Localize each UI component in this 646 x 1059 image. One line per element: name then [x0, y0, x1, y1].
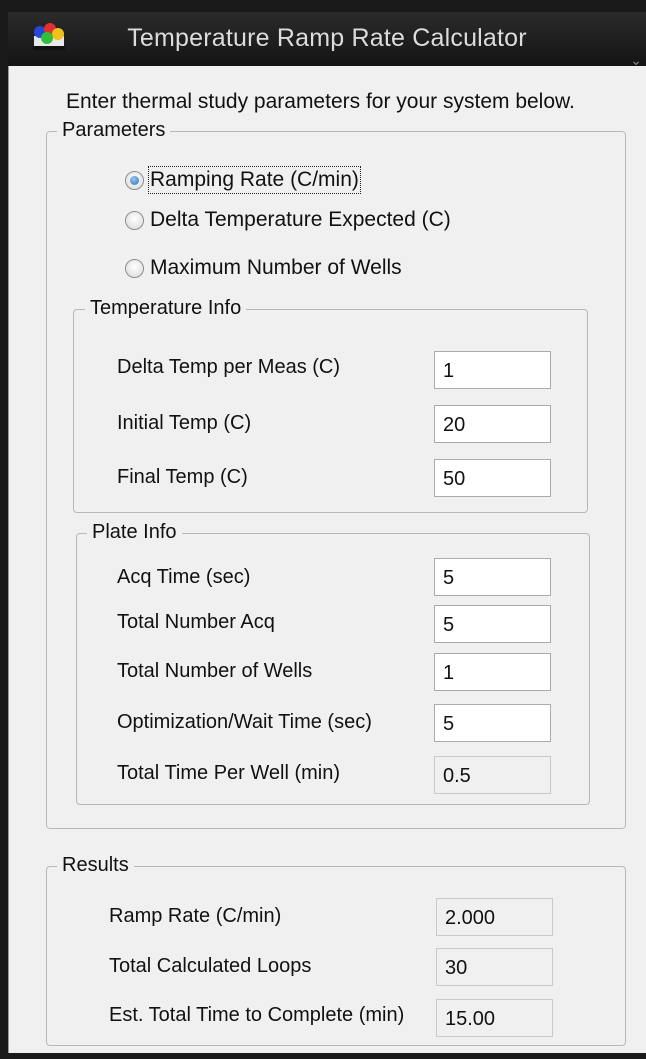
ramp-rate-output: 2.000 [436, 898, 553, 936]
initial-temp-label: Initial Temp (C) [117, 412, 252, 434]
temperature-info-legend: Temperature Info [85, 297, 247, 320]
delta-temp-input[interactable]: 1 [434, 351, 551, 389]
total-number-acq-label: Total Number Acq [117, 611, 275, 633]
results-legend: Results [57, 854, 134, 877]
wait-time-input[interactable]: 5 [434, 704, 551, 742]
radio-label: Ramping Rate (C/min) [148, 166, 361, 194]
title-bar[interactable]: Temperature Ramp Rate Calculator ⌄ [8, 12, 646, 68]
radio-icon [125, 210, 144, 230]
time-per-well-output: 0.5 [434, 756, 551, 794]
parameters-legend: Parameters [57, 119, 171, 142]
ramp-rate-label: Ramp Rate (C/min) [109, 905, 282, 927]
radio-selected-icon [125, 170, 144, 190]
total-number-acq-input[interactable]: 5 [434, 605, 551, 643]
delta-temp-label: Delta Temp per Meas (C) [117, 356, 341, 378]
time-per-well-label: Total Time Per Well (min) [117, 762, 341, 784]
total-loops-output: 30 [436, 948, 553, 986]
intro-text: Enter thermal study parameters for your … [66, 90, 575, 113]
final-temp-input[interactable]: 50 [434, 459, 551, 497]
radio-max-wells[interactable]: Maximum Number of Wells [125, 256, 402, 280]
acq-time-input[interactable]: 5 [434, 558, 551, 596]
total-wells-label: Total Number of Wells [117, 660, 313, 682]
est-total-time-output: 15.00 [436, 999, 553, 1037]
wait-time-label: Optimization/Wait Time (sec) [117, 711, 372, 733]
window-title: Temperature Ramp Rate Calculator [127, 24, 527, 52]
radio-label: Delta Temperature Expected (C) [150, 208, 451, 231]
final-temp-label: Final Temp (C) [117, 466, 248, 488]
radio-ramping-rate[interactable]: Ramping Rate (C/min) [125, 166, 361, 194]
est-total-time-label: Est. Total Time to Complete (min) [109, 1004, 405, 1026]
total-wells-input[interactable]: 1 [434, 653, 551, 691]
window-bottom-edge [8, 1053, 646, 1059]
radio-label: Maximum Number of Wells [150, 256, 402, 279]
radio-icon [125, 258, 144, 278]
radio-delta-temperature[interactable]: Delta Temperature Expected (C) [125, 208, 451, 232]
total-loops-label: Total Calculated Loops [109, 955, 312, 977]
plate-info-legend: Plate Info [87, 521, 182, 544]
initial-temp-input[interactable]: 20 [434, 405, 551, 443]
acq-time-label: Acq Time (sec) [117, 566, 251, 588]
